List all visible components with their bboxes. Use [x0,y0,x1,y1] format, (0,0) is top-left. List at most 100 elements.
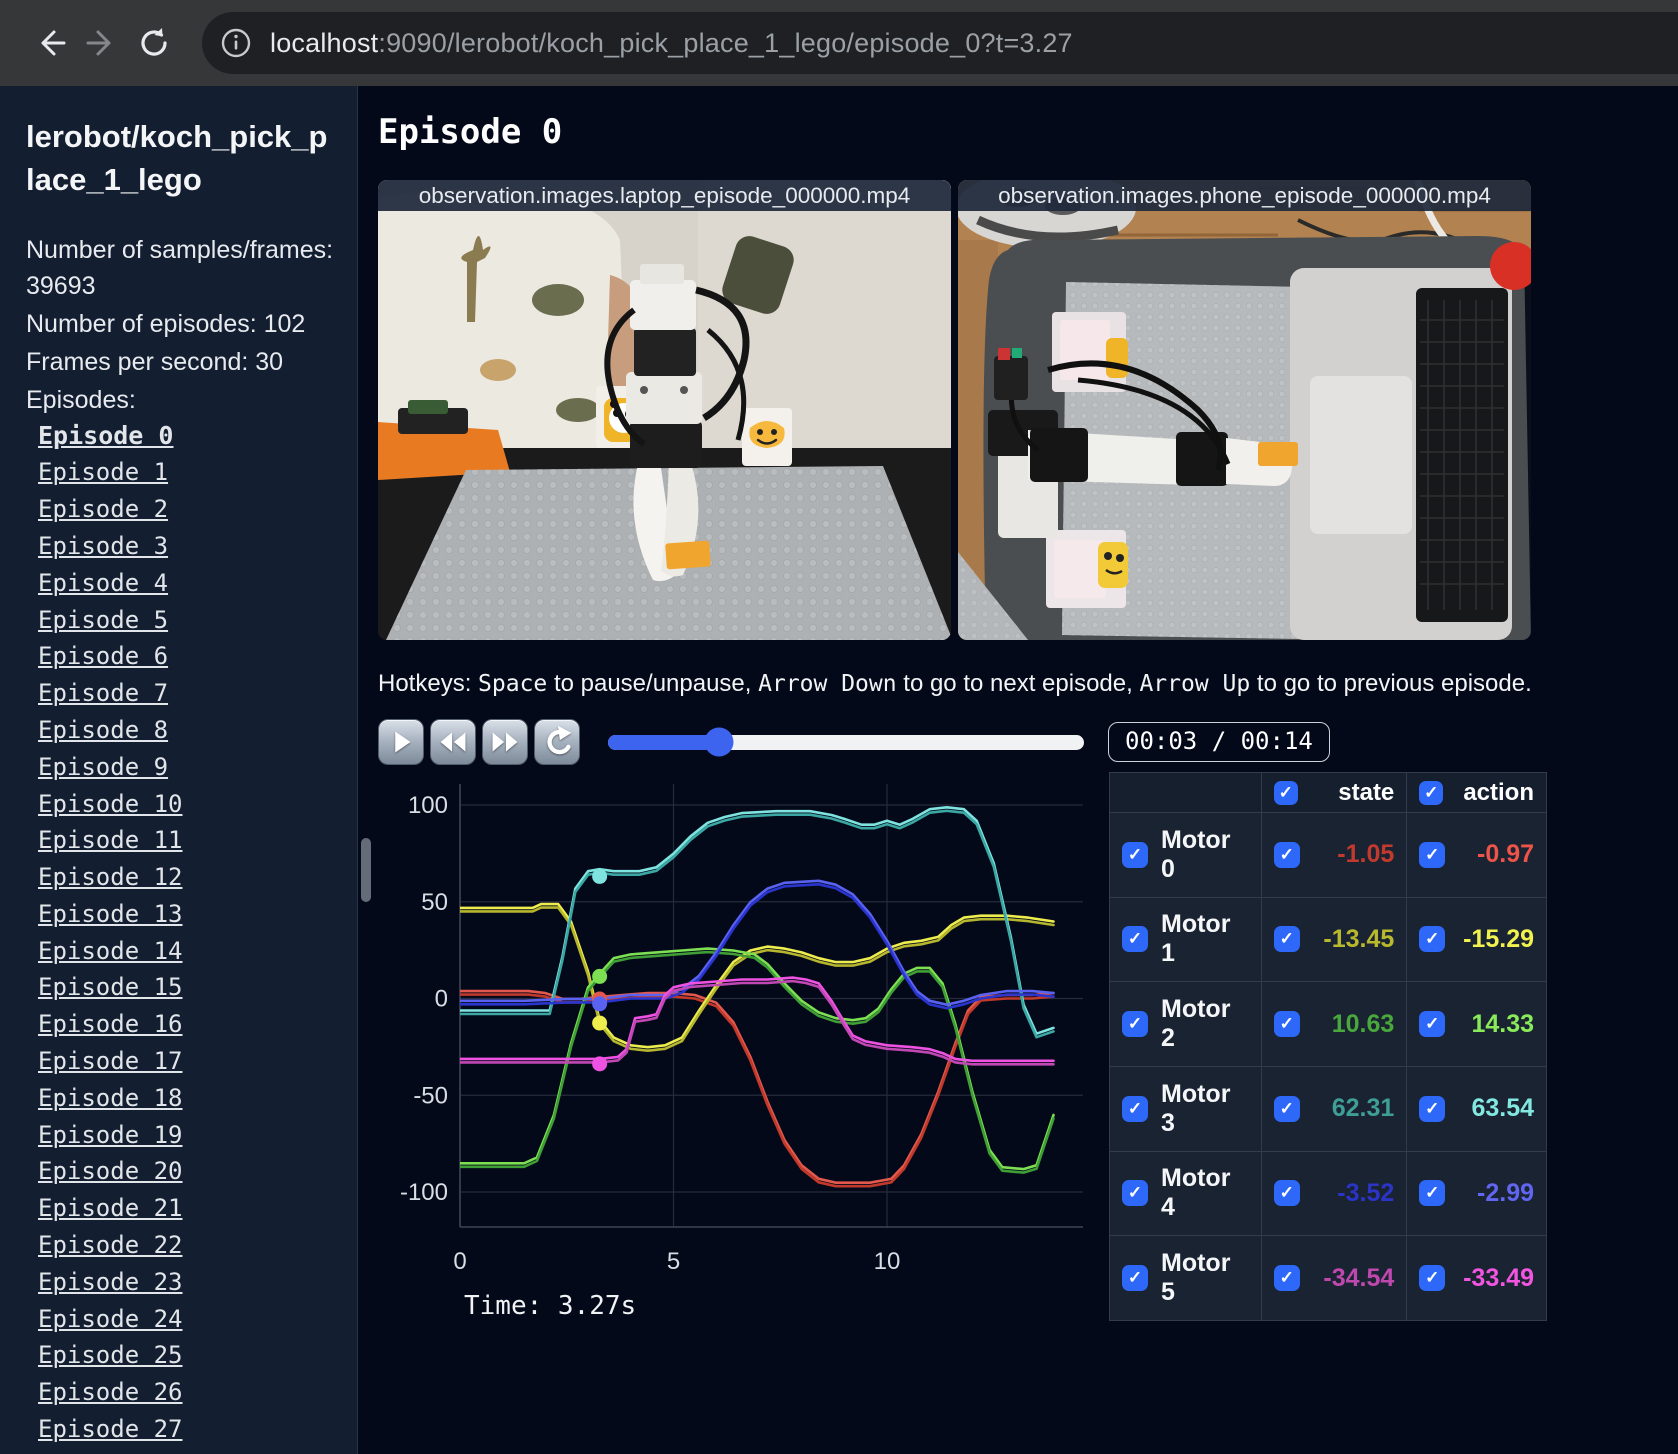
seek-thumb[interactable] [704,727,734,757]
dataset-stats: Number of samples/frames: 39693 Number o… [26,232,335,418]
table-row: ✓ Motor 4 ✓ -3.52 ✓ -2.99 [1109,1150,1547,1237]
back-icon[interactable] [24,17,76,69]
action-value: 14.33 [1471,1009,1534,1038]
state-value: -13.45 [1323,924,1395,953]
video-laptop[interactable]: observation.images.laptop_episode_000000… [378,180,951,640]
checkbox[interactable]: ✓ [1419,1011,1446,1038]
checkbox[interactable]: ✓ [1273,1180,1300,1207]
checkbox[interactable]: ✓ [1419,1095,1446,1122]
checkbox[interactable]: ✓ [1419,1265,1446,1292]
episode-link[interactable]: Episode 21 [38,1194,183,1222]
video-phone[interactable]: observation.images.phone_episode_000000.… [958,180,1531,640]
play-icon [395,731,411,753]
episode-link[interactable]: Episode 4 [38,569,168,597]
episode-link[interactable]: Episode 8 [38,716,168,744]
state-value: 62.31 [1331,1094,1395,1123]
episode-link[interactable]: Episode 17 [38,1047,183,1075]
svg-text:100: 100 [408,792,448,819]
episode-link[interactable]: Episode 6 [38,642,168,670]
episode-link[interactable]: Episode 18 [38,1084,183,1112]
rewind-button[interactable] [430,719,476,765]
action-value: -33.49 [1463,1263,1534,1292]
video-phone-label: observation.images.phone_episode_000000.… [998,182,1491,208]
svg-text:0: 0 [435,986,448,1013]
table-row: ✓ Motor 0 ✓ -1.05 ✓ -0.97 [1109,812,1547,898]
hotkey-arrow-down: Arrow Down [758,671,897,697]
episode-link[interactable]: Episode 9 [38,753,168,781]
checkbox[interactable]: ✓ [1122,1011,1148,1038]
action-value: -2.99 [1477,1178,1534,1207]
episode-link[interactable]: Episode 12 [38,863,183,891]
loop-button[interactable] [534,719,580,765]
stat-samples: Number of samples/frames: 39693 [26,235,334,300]
motor-label: Motor 5 [1161,1249,1231,1307]
episode-link[interactable]: Episode 7 [38,679,168,707]
episode-link[interactable]: Episode 5 [38,606,168,634]
seek-slider[interactable] [608,727,1084,757]
video-phone-header: observation.images.phone_episode_000000.… [958,180,1531,211]
fast-forward-icon [492,732,518,752]
episode-link[interactable]: Episode 27 [38,1415,183,1443]
seek-fill [608,734,720,750]
checkbox[interactable]: ✓ [1419,841,1446,868]
episode-link[interactable]: Episode 15 [38,973,183,1001]
url-host: localhost [270,27,379,58]
checkbox[interactable]: ✓ [1122,1095,1148,1122]
episode-link[interactable]: Episode 26 [38,1378,183,1406]
episode-link[interactable]: Episode 1 [38,458,168,486]
motor-label: Motor 3 [1161,1079,1231,1137]
browser-toolbar: localhost:9090/lerobot/koch_pick_place_1… [0,0,1678,86]
chart-area: 100 50 0 -50 -100 0 5 10 Time: 3.27s [378,772,1093,1321]
hotkey-arrow-up: Arrow Up [1139,671,1251,697]
episode-link[interactable]: Episode 19 [38,1121,183,1149]
episode-link[interactable]: Episode 10 [38,790,183,818]
video-laptop-preview [378,180,951,640]
svg-text:-50: -50 [413,1082,448,1109]
episode-link[interactable]: Episode 22 [38,1231,183,1259]
action-value: -15.29 [1463,924,1534,953]
episode-link[interactable]: Episode 0 [38,421,173,450]
stat-episodes: Number of episodes: 102 [26,309,306,338]
checkbox[interactable]: ✓ [1273,1095,1300,1122]
laptop [1290,268,1512,640]
checkbox[interactable]: ✓ [1122,1180,1148,1207]
episode-link[interactable]: Episode 23 [38,1268,183,1296]
episode-link[interactable]: Episode 2 [38,495,168,523]
motor-table: ✓ state ✓ action ✓ Motor 0 ✓ -1.05 ✓ -0.97 ✓ Motor… [1109,772,1547,1321]
episode-link[interactable]: Episode 3 [38,532,168,560]
sidebar-scrollbar-thumb[interactable] [361,838,371,902]
episode-link[interactable]: Episode 11 [38,826,183,854]
forward-icon[interactable] [76,17,128,69]
checkbox[interactable]: ✓ [1273,1011,1300,1038]
play-button[interactable] [378,719,424,765]
episode-link[interactable]: Episode 20 [38,1157,183,1185]
fast-forward-button[interactable] [482,719,528,765]
state-value: 10.63 [1331,1009,1395,1038]
motor-label: Motor 2 [1161,995,1231,1053]
checkbox[interactable]: ✓ [1419,780,1444,805]
hotkeys-help: Hotkeys: Space to pause/unpause, Arrow D… [378,670,1532,697]
checkbox[interactable]: ✓ [1122,841,1148,868]
episode-link[interactable]: Episode 25 [38,1341,183,1369]
lego-brick [665,540,711,570]
state-value: -3.52 [1337,1178,1395,1207]
info-icon[interactable] [214,21,258,65]
checkbox[interactable]: ✓ [1122,926,1148,953]
checkbox[interactable]: ✓ [1273,1265,1300,1292]
checkbox[interactable]: ✓ [1419,926,1446,953]
video-row: observation.images.laptop_episode_000000… [378,180,1678,640]
episode-link[interactable]: Episode 13 [38,900,183,928]
checkbox[interactable]: ✓ [1419,1180,1446,1207]
svg-text:5: 5 [667,1248,680,1275]
reload-icon[interactable] [128,17,180,69]
address-bar[interactable]: localhost:9090/lerobot/koch_pick_place_1… [202,12,1678,74]
episode-link[interactable]: Episode 14 [38,937,183,965]
video-phone-preview [958,180,1531,640]
checkbox[interactable]: ✓ [1122,1265,1148,1292]
checkbox[interactable]: ✓ [1273,926,1300,953]
episodes-label: Episodes: [26,385,136,414]
checkbox[interactable]: ✓ [1273,780,1298,805]
checkbox[interactable]: ✓ [1273,841,1300,868]
episode-link[interactable]: Episode 24 [38,1305,183,1333]
episode-link[interactable]: Episode 16 [38,1010,183,1038]
